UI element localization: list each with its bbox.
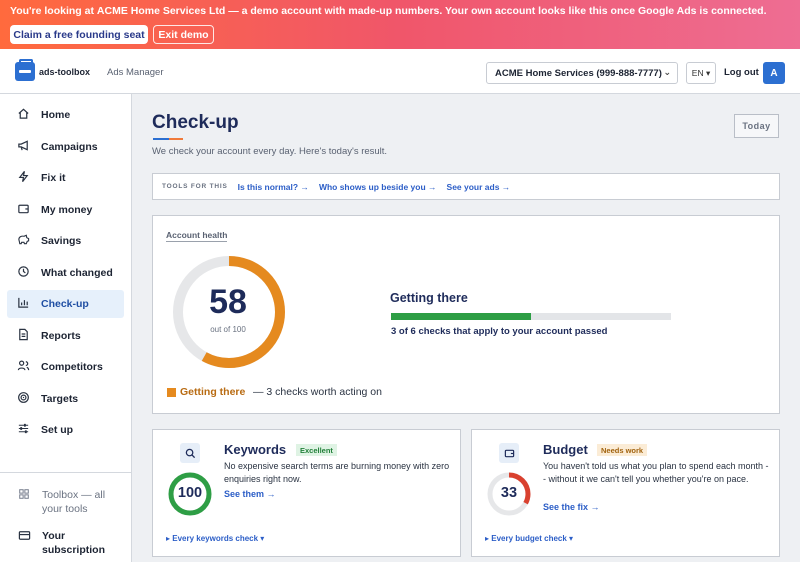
account-selector-value: ACME Home Services (999-888-7777) [495, 67, 662, 79]
sidebar-item-my-money[interactable]: My money [7, 196, 124, 224]
keywords-status-badge: Excellent [296, 444, 337, 456]
budget-see-fix-link[interactable]: See the fix → [543, 502, 600, 512]
toolbox-logo-icon[interactable] [15, 59, 35, 81]
top-header: ads-toolbox Ads Manager ACME Home Servic… [0, 49, 800, 94]
sidebar-divider [0, 472, 131, 473]
banner-account-name: ACME Home Services Ltd [96, 5, 226, 17]
page-title: Check-up [152, 112, 239, 133]
title-underline-accent [169, 138, 183, 140]
banner-suffix: — a demo account with made-up numbers. Y… [225, 5, 767, 17]
language-selector[interactable]: EN ▾ [686, 62, 716, 84]
budget-description: You haven't told us what you plan to spe… [543, 461, 769, 484]
keywords-score: 100 [177, 485, 203, 501]
keywords-checks-toggle[interactable]: ▸ Every keywords check ▾ [166, 534, 264, 543]
health-status-title: Getting there [390, 291, 468, 305]
demo-banner: You're looking at ACME Home Services Ltd… [0, 0, 800, 49]
claim-seat-button[interactable]: Claim a free founding seat [10, 25, 148, 44]
sliders-icon [14, 422, 32, 438]
tool-link-see-your-ads[interactable]: See your ads → [447, 182, 511, 192]
document-icon [14, 328, 32, 344]
chevron-down-icon: ⌄ [663, 67, 671, 77]
sidebar-item-label: Fix it [41, 172, 66, 184]
sidebar-item-check-up[interactable]: Check-up [7, 290, 124, 318]
account-selector[interactable]: ACME Home Services (999-888-7777) ⌄ [486, 62, 678, 84]
budget-status-badge: Needs work [597, 444, 648, 456]
sidebar-item-reports[interactable]: Reports [7, 322, 124, 350]
health-score: 58 [209, 283, 247, 321]
sidebar-item-label: Reports [41, 330, 81, 342]
sidebar-item-label: Set up [41, 424, 74, 436]
today-button[interactable]: Today [734, 114, 779, 138]
sidebar-item-label: Campaigns [41, 141, 98, 153]
grid-icon [15, 488, 33, 503]
budget-score: 33 [500, 485, 518, 501]
sidebar-item-subscription[interactable]: Your subscription [15, 529, 125, 557]
wallet-icon [499, 443, 519, 463]
sidebar-item-label: Competitors [41, 361, 103, 373]
status-legend-note: — 3 checks worth acting on [253, 386, 382, 398]
sidebar-toolbox-label: Toolbox — all your tools [42, 489, 106, 515]
wallet-icon [14, 202, 32, 218]
keywords-description: No expensive search terms are burning mo… [224, 461, 450, 484]
keywords-card: Keywords Excellent No expensive search t… [152, 429, 461, 557]
sidebar-item-label: My money [41, 204, 93, 216]
home-icon [14, 107, 32, 123]
account-health-label: Account health [166, 230, 228, 242]
sidebar-item-toolbox[interactable]: Toolbox — all your tools [15, 488, 125, 516]
megaphone-icon [14, 139, 32, 155]
piggy-bank-icon [14, 233, 32, 249]
tool-link-is-this-normal[interactable]: Is this normal? → [238, 182, 309, 192]
sidebar-item-label: What changed [41, 267, 113, 279]
sidebar-item-fix-it[interactable]: Fix it [7, 164, 124, 192]
status-swatch [167, 388, 176, 397]
exit-demo-button[interactable]: Exit demo [153, 25, 214, 44]
sidebar-subscription-label: Your subscription [42, 530, 106, 556]
tools-label: TOOLS FOR THIS [162, 183, 228, 190]
lightning-icon [14, 170, 32, 186]
sidebar-item-competitors[interactable]: Competitors [7, 353, 124, 381]
checks-progress-bar [391, 313, 671, 320]
health-score-out-of: out of 100 [210, 325, 246, 334]
page-subtitle: We check your account every day. Here's … [152, 146, 388, 157]
demo-banner-text: You're looking at ACME Home Services Ltd… [10, 5, 767, 17]
sidebar-item-label: Home [41, 109, 71, 121]
sidebar-item-targets[interactable]: Targets [7, 385, 124, 413]
target-icon [14, 391, 32, 407]
budget-card: Budget Needs work You haven't told us wh… [471, 429, 780, 557]
checks-progress-fill [391, 313, 531, 320]
sidebar-item-home[interactable]: Home [7, 101, 124, 129]
account-health-panel: Account health 58 out of 100 Getting the… [152, 215, 780, 414]
budget-title: Budget [543, 442, 588, 457]
sidebar-item-what-changed[interactable]: What changed [7, 259, 124, 287]
sidebar-item-label: Check-up [41, 298, 89, 310]
banner-prefix: You're looking at [10, 5, 97, 17]
credit-card-icon [15, 529, 33, 545]
people-icon [14, 359, 32, 375]
keywords-see-them-link[interactable]: See them → [224, 489, 276, 499]
tools-bar: TOOLS FOR THIS Is this normal? → Who sho… [152, 173, 780, 200]
sidebar-item-label: Savings [41, 235, 82, 247]
avatar[interactable]: A [763, 62, 785, 84]
sidebar-item-set-up[interactable]: Set up [7, 416, 124, 444]
history-icon [14, 265, 32, 281]
search-icon [180, 443, 200, 463]
sidebar-item-campaigns[interactable]: Campaigns [7, 133, 124, 161]
bar-chart-icon [14, 296, 32, 312]
sidebar: Home Campaigns Fix it My money Savings W… [0, 94, 132, 562]
header-subtitle: Ads Manager [107, 67, 164, 78]
tool-link-who-shows-up[interactable]: Who shows up beside you → [319, 182, 437, 192]
budget-checks-toggle[interactable]: ▸ Every budget check ▾ [485, 534, 573, 543]
sidebar-item-label: Targets [41, 393, 79, 405]
logout-button[interactable]: Log out [724, 67, 759, 78]
checks-passed-text: 3 of 6 checks that apply to your account… [391, 326, 608, 337]
keywords-title: Keywords [224, 442, 287, 457]
logo-text[interactable]: ads-toolbox [39, 67, 90, 77]
status-legend-label: Getting there [180, 386, 246, 398]
sidebar-item-savings[interactable]: Savings [7, 227, 124, 255]
